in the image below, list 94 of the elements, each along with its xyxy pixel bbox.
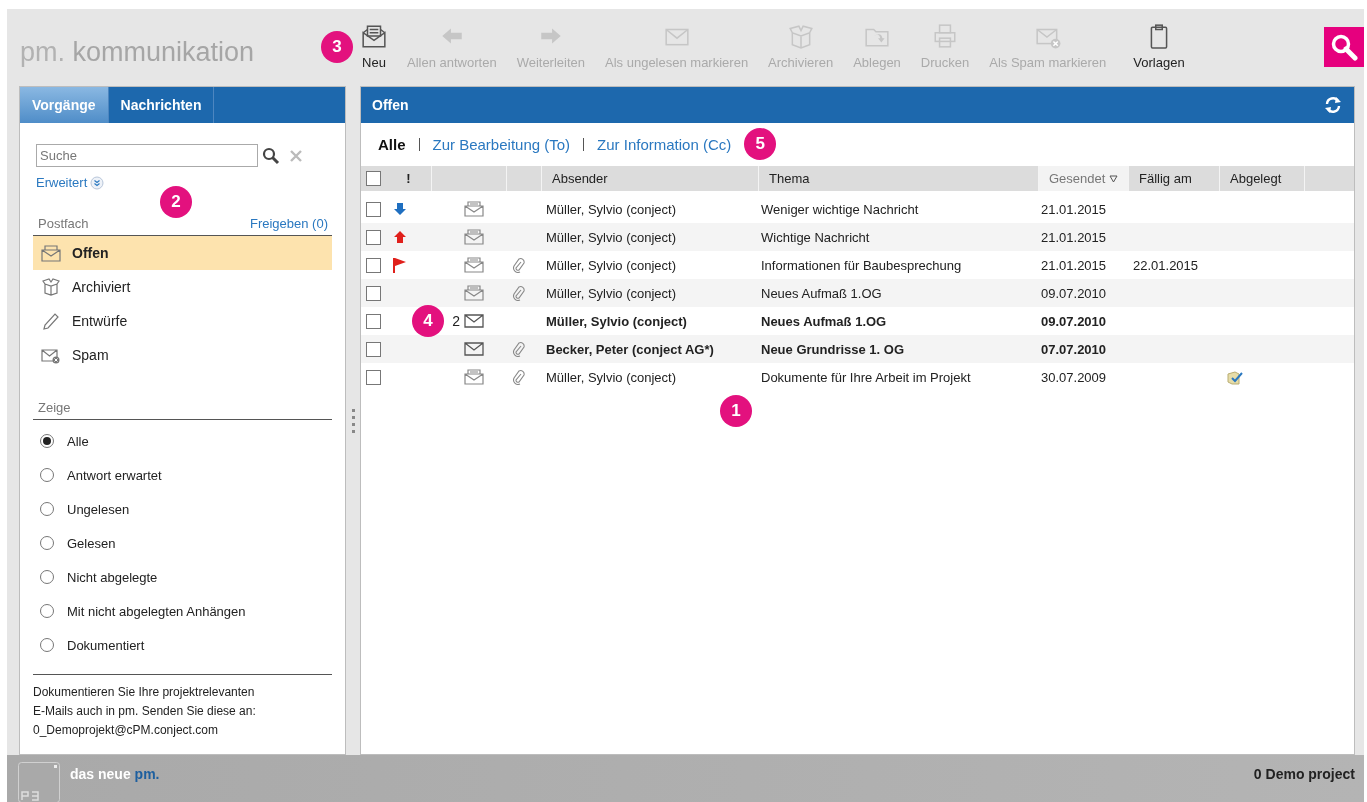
filter-tab[interactable]: Alle: [378, 135, 406, 153]
radio-button[interactable]: [40, 434, 54, 448]
radio-button[interactable]: [40, 502, 54, 516]
table-cell-text: Wichtige Nachricht: [760, 228, 871, 247]
advanced-search-link[interactable]: Erweitert: [36, 175, 88, 190]
envelope-icon: [464, 229, 484, 245]
envelope-icon: [464, 201, 484, 217]
row-checkbox[interactable]: [366, 369, 381, 385]
folder-item[interactable]: Archiviert: [33, 270, 332, 304]
table-cell-text: 21.01.2015: [1040, 256, 1108, 275]
column-header[interactable]: Abgelegt: [1219, 166, 1304, 191]
radio-label[interactable]: Alle: [67, 433, 89, 449]
radio-label[interactable]: Antwort erwartet: [67, 467, 162, 483]
envelope-icon: [464, 342, 484, 356]
thread-count: 2: [452, 313, 460, 329]
envelope-icon: [464, 369, 484, 385]
info-text: Dokumentieren Sie Ihre projektrelevanten E-Mails auch in pm. Senden Sie diese an: 0_Demoprojekt@cPM.conject.com: [33, 674, 332, 754]
table-cell-text: Neues Aufmaß 1.OG: [760, 284, 883, 303]
radio-button[interactable]: [40, 604, 54, 618]
envelope-icon: [41, 244, 61, 262]
row-checkbox[interactable]: [366, 341, 381, 357]
table-cell-text: Müller, Sylvio (conject): [545, 228, 678, 247]
radio-button[interactable]: [40, 638, 54, 652]
column-header[interactable]: Absender: [541, 166, 758, 191]
box-icon: [787, 23, 814, 49]
splitter-handle[interactable]: [351, 408, 355, 433]
table-cell-text: Müller, Sylvio (conject): [545, 368, 678, 387]
row-checkbox[interactable]: [366, 257, 381, 273]
expand-icon[interactable]: [90, 175, 105, 190]
column-header[interactable]: !: [386, 166, 431, 191]
radio-label[interactable]: Mit nicht abgelegten Anhängen: [67, 603, 246, 619]
radio-button[interactable]: [40, 468, 54, 482]
section-title: Zeige: [38, 400, 71, 415]
envelope-icon: [464, 257, 484, 273]
table-cell-text: Müller, Sylvio (conject): [545, 256, 678, 275]
table-cell-text: Neue Grundrisse 1. OG: [760, 340, 906, 359]
envelope-icon: [361, 23, 387, 49]
radio-button[interactable]: [40, 536, 54, 550]
table-cell-text: 21.01.2015: [1040, 200, 1108, 219]
table-cell-text: 30.07.2009: [1040, 368, 1108, 387]
callout-marker: 3: [321, 31, 353, 63]
table-cell-text: 09.07.2010: [1040, 284, 1108, 303]
table-cell-text: 09.07.2010: [1040, 312, 1108, 331]
callout-marker: 1: [720, 395, 752, 427]
folder-item[interactable]: Entwürfe: [33, 304, 332, 338]
table-cell-text: Dokumente für Ihre Arbeit im Projekt: [760, 368, 972, 387]
envelope-cross-icon: [41, 346, 61, 364]
search-icon: [1330, 33, 1358, 61]
printer-icon: [932, 23, 959, 49]
table-cell-text: Müller, Sylvio (conject): [545, 312, 688, 331]
table-cell-text: Müller, Sylvio (conject): [545, 284, 678, 303]
table-cell-text: 21.01.2015: [1040, 228, 1108, 247]
share-link[interactable]: Freigeben (0): [249, 216, 328, 231]
radio-button[interactable]: [40, 570, 54, 584]
radio-label[interactable]: Gelesen: [67, 535, 116, 551]
toolbar-button[interactable]: Vorlagen: [1133, 23, 1185, 70]
row-checkbox[interactable]: [366, 229, 381, 245]
filter-tab[interactable]: Zur Information (Cc): [597, 135, 732, 153]
table-cell: 22.01.2015: [1133, 257, 1199, 273]
row-checkbox[interactable]: [366, 285, 381, 301]
radio-label[interactable]: Dokumentiert: [67, 637, 145, 653]
column-header[interactable]: Fällig am: [1128, 166, 1219, 191]
search-button[interactable]: [1324, 27, 1364, 67]
section-title: Postfach: [38, 216, 89, 231]
box-icon: [41, 278, 61, 296]
search-field[interactable]: Suche: [36, 144, 258, 167]
radio-label[interactable]: Nicht abgelegte: [67, 569, 158, 585]
callout-marker: 5: [744, 128, 777, 160]
app-logo-icon: [18, 762, 60, 802]
radio-label[interactable]: Ungelesen: [67, 501, 130, 517]
filter-tab[interactable]: Zur Bearbeitung (To): [432, 135, 571, 153]
row-checkbox[interactable]: [366, 313, 381, 329]
tagline: das neue pm.: [70, 765, 160, 782]
sort-arrow-icon: [1109, 174, 1119, 183]
select-all-checkbox[interactable]: [366, 171, 381, 186]
envelope-icon: [464, 285, 484, 301]
table-cell-text: Becker, Peter (conject AG*): [545, 340, 715, 359]
panel-title: Offen: [372, 97, 409, 113]
search-icon[interactable]: [262, 146, 280, 165]
table-cell-text: Weniger wichtige Nachricht: [760, 200, 920, 219]
folder-item[interactable]: Spam: [33, 338, 332, 372]
row-checkbox[interactable]: [366, 201, 381, 217]
pencil-icon: [41, 312, 61, 330]
callout-marker: 4: [412, 305, 444, 337]
table-cell-text: Informationen für Baubesprechung: [760, 256, 963, 275]
callout-marker: 2: [160, 186, 192, 218]
table-cell-text: 07.07.2010: [1040, 340, 1108, 359]
envelope-icon: [464, 314, 484, 328]
column-header[interactable]: Gesendet: [1038, 166, 1128, 191]
table-cell-text: Müller, Sylvio (conject): [545, 200, 678, 219]
table-cell-text: Neues Aufmaß 1.OG: [760, 312, 888, 331]
project-name: 0 Demo project: [1253, 765, 1355, 782]
folder-item[interactable]: Offen: [33, 236, 332, 270]
refresh-icon[interactable]: [1323, 95, 1343, 115]
